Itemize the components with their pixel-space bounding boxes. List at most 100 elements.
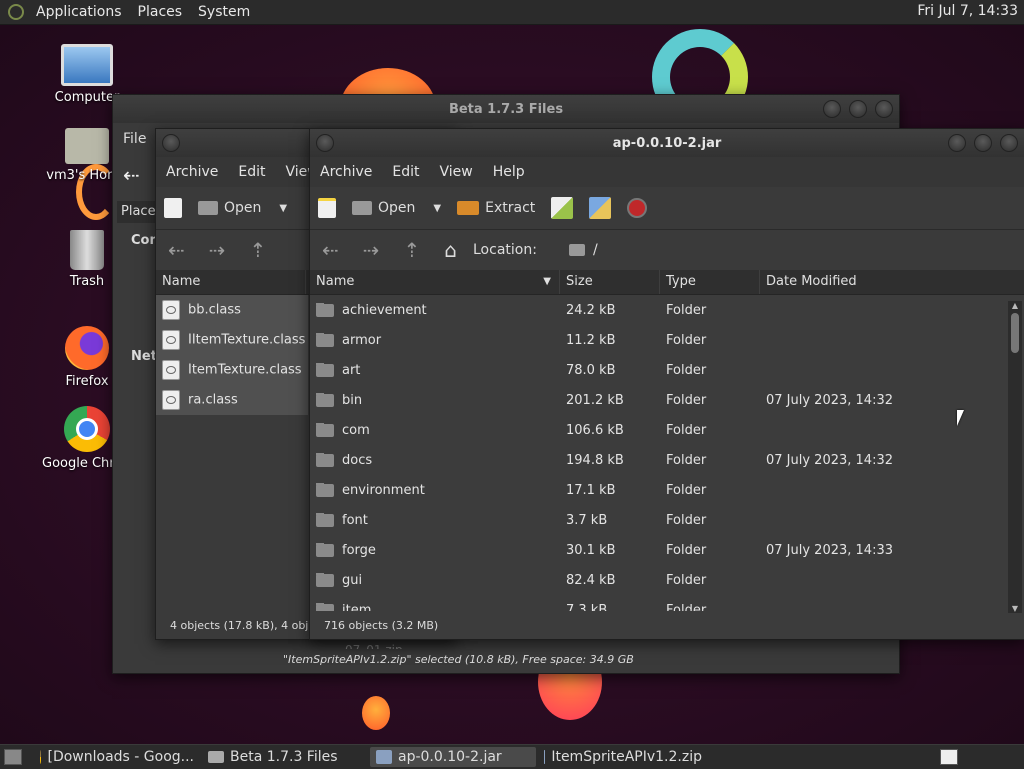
places-menu[interactable]: Places <box>130 4 191 20</box>
show-desktop-icon[interactable] <box>4 749 22 765</box>
table-row[interactable]: forge 30.1 kB Folder 07 July 2023, 14:33 <box>310 535 1008 565</box>
cell-name: environment <box>310 482 560 498</box>
archive-manager-window[interactable]: ap-0.0.10-2.jar Archive Edit View Help O… <box>309 128 1024 640</box>
menu-help[interactable]: Help <box>483 164 535 180</box>
cell-text: gui <box>342 572 363 588</box>
close-button[interactable] <box>1000 134 1018 152</box>
cell-name: achievement <box>310 302 560 318</box>
table-row[interactable]: item 7.3 kB Folder <box>310 595 1008 611</box>
file-menu[interactable]: File <box>123 131 146 147</box>
archive-icon <box>376 750 392 764</box>
extract-button[interactable]: Extract <box>449 192 543 224</box>
applications-menu[interactable]: Applications <box>28 4 130 20</box>
cell-text: 3.7 kB <box>566 512 608 528</box>
window-menu-button[interactable] <box>316 134 334 152</box>
cell-size: 78.0 kB <box>560 363 660 378</box>
cell-size: 3.7 kB <box>560 513 660 528</box>
minimize-button[interactable] <box>948 134 966 152</box>
scrollbar-thumb[interactable] <box>1011 313 1019 353</box>
list-item[interactable]: ra.class <box>156 385 308 415</box>
window-menu-button[interactable] <box>162 134 180 152</box>
menu-archive[interactable]: Archive <box>156 164 228 180</box>
scroll-down-icon[interactable]: ▼ <box>1008 604 1022 613</box>
open-label: Open <box>224 200 262 216</box>
workspace-switcher-icon[interactable] <box>940 749 958 765</box>
column-name[interactable]: Name <box>156 270 306 294</box>
cell-text: 11.2 kB <box>566 332 616 348</box>
taskbar-item-beta-files[interactable]: Beta 1.7.3 Files <box>202 747 366 767</box>
cell-type: Folder <box>660 453 760 468</box>
class-file-icon <box>162 300 180 320</box>
cell-text: 7.3 kB <box>566 602 608 612</box>
minimize-button[interactable] <box>823 100 841 118</box>
table-row[interactable]: font 3.7 kB Folder <box>310 505 1008 535</box>
location-path[interactable]: / <box>593 242 598 258</box>
cell-type: Folder <box>660 363 760 378</box>
window-titlebar[interactable]: ap-0.0.10-2.jar <box>310 129 1024 157</box>
open-button[interactable]: Open ▼ <box>344 192 449 224</box>
column-name[interactable]: Name ▼ <box>310 270 560 294</box>
list-item[interactable]: IItemTexture.class <box>156 325 308 355</box>
clock[interactable]: Fri Jul 7, 14:33 <box>917 3 1018 19</box>
wallpaper-shape <box>362 696 390 730</box>
back-icon[interactable]: ⇠ <box>123 163 140 187</box>
cell-date: 07 July 2023, 14:32 <box>760 393 1006 408</box>
table-row[interactable]: environment 17.1 kB Folder <box>310 475 1008 505</box>
up-arrow-icon[interactable]: ⇡ <box>238 238 279 262</box>
menu-edit[interactable]: Edit <box>228 164 275 180</box>
forward-arrow-icon[interactable]: ⇢ <box>351 238 392 262</box>
menubar: Archive Edit View Help <box>310 157 1024 187</box>
menu-view[interactable]: View <box>430 164 483 180</box>
table-row[interactable]: com 106.6 kB Folder <box>310 415 1008 445</box>
column-date-modified[interactable]: Date Modified <box>760 270 1006 294</box>
back-arrow-icon[interactable]: ⇠ <box>156 238 197 262</box>
cell-text: 194.8 kB <box>566 452 624 468</box>
add-files-button[interactable] <box>543 192 581 224</box>
folder-icon <box>316 332 334 347</box>
cell-text: art <box>342 362 361 378</box>
table-row[interactable]: gui 82.4 kB Folder <box>310 565 1008 595</box>
close-button[interactable] <box>875 100 893 118</box>
menu-archive[interactable]: Archive <box>310 164 382 180</box>
cell-name: armor <box>310 332 560 348</box>
chevron-down-icon[interactable]: ▼ <box>433 203 441 214</box>
list-item[interactable]: bb.class <box>156 295 308 325</box>
taskbar-item-jar[interactable]: ap-0.0.10-2.jar <box>370 747 536 767</box>
table-row[interactable]: docs 194.8 kB Folder 07 July 2023, 14:32 <box>310 445 1008 475</box>
system-menu[interactable]: System <box>190 4 258 20</box>
open-button[interactable]: Open ▼ <box>190 192 295 224</box>
home-icon[interactable]: ⌂ <box>432 238 469 262</box>
new-archive-button[interactable] <box>156 192 190 224</box>
table-row[interactable]: art 78.0 kB Folder <box>310 355 1008 385</box>
taskbar-item-downloads[interactable]: [Downloads - Goog... <box>34 747 200 767</box>
up-arrow-icon[interactable]: ⇡ <box>392 238 433 262</box>
back-arrow-icon[interactable]: ⇠ <box>310 238 351 262</box>
distro-logo-icon[interactable] <box>8 4 24 20</box>
cell-name: item <box>310 602 560 611</box>
add-folder-button[interactable] <box>581 192 619 224</box>
partial-file-row[interactable]: 07_01.zip <box>345 639 403 649</box>
cell-type: Folder <box>660 393 760 408</box>
stop-button[interactable] <box>619 192 655 224</box>
taskbar-item-zip[interactable]: ItemSpriteAPIv1.2.zip <box>538 747 708 767</box>
column-size[interactable]: Size <box>560 270 660 294</box>
chevron-down-icon[interactable]: ▼ <box>279 203 287 214</box>
maximize-button[interactable] <box>974 134 992 152</box>
class-file-icon <box>162 330 180 350</box>
list-item[interactable]: ItemTexture.class <box>156 355 308 385</box>
window-titlebar[interactable]: Beta 1.7.3 Files <box>113 95 899 123</box>
open-archive-icon <box>352 201 372 215</box>
table-row[interactable]: achievement 24.2 kB Folder <box>310 295 1008 325</box>
forward-arrow-icon[interactable]: ⇢ <box>197 238 238 262</box>
table-row[interactable]: bin 201.2 kB Folder 07 July 2023, 14:32 <box>310 385 1008 415</box>
scroll-up-icon[interactable]: ▲ <box>1008 301 1022 310</box>
cell-size: 106.6 kB <box>560 423 660 438</box>
new-archive-button[interactable] <box>310 192 344 224</box>
cell-name: com <box>310 422 560 438</box>
table-row[interactable]: armor 11.2 kB Folder <box>310 325 1008 355</box>
cell-type: Folder <box>660 483 760 498</box>
column-type[interactable]: Type <box>660 270 760 294</box>
menu-edit[interactable]: Edit <box>382 164 429 180</box>
vertical-scrollbar[interactable]: ▲ ▼ <box>1008 301 1022 613</box>
maximize-button[interactable] <box>849 100 867 118</box>
